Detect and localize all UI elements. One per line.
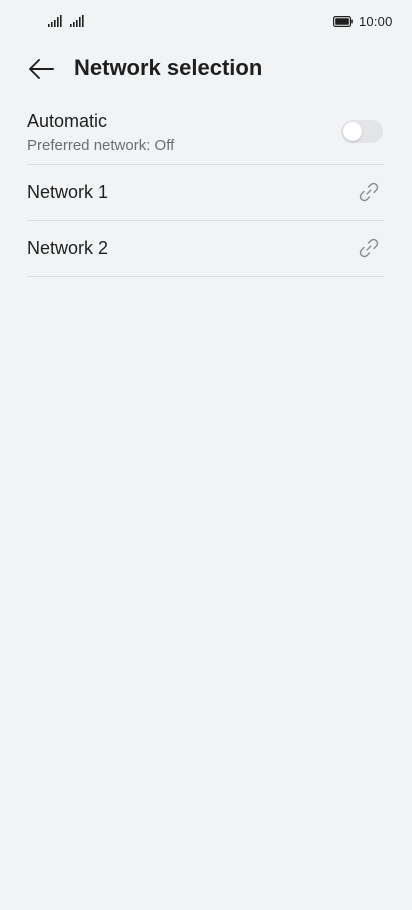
- preferred-network-status: Preferred network: Off: [27, 137, 175, 154]
- network-label: Network 1: [27, 182, 109, 202]
- header: Network selection: [0, 44, 412, 94]
- signal-icon: [48, 15, 62, 27]
- page-title: Network selection: [74, 55, 263, 80]
- status-bar: 10:00: [0, 0, 412, 44]
- back-button[interactable]: [24, 52, 58, 86]
- list-item[interactable]: Network 2: [27, 221, 384, 277]
- status-time: 10:00: [359, 14, 393, 29]
- automatic-toggle[interactable]: [341, 120, 383, 143]
- list-item[interactable]: Network 1: [27, 165, 384, 221]
- arrow-left-icon: [29, 59, 54, 79]
- automatic-title: Automatic: [27, 111, 108, 131]
- screen: 10:00 Network selection Automatic Prefer…: [0, 0, 412, 910]
- signal-icon: [70, 15, 84, 27]
- automatic-row[interactable]: Automatic Preferred network: Off: [27, 100, 384, 165]
- toggle-knob: [343, 122, 362, 141]
- link-icon: [359, 238, 379, 258]
- network-label: Network 2: [27, 238, 109, 258]
- link-icon: [359, 182, 379, 202]
- battery-icon: [333, 16, 353, 27]
- network-list: Automatic Preferred network: Off Network…: [27, 100, 384, 277]
